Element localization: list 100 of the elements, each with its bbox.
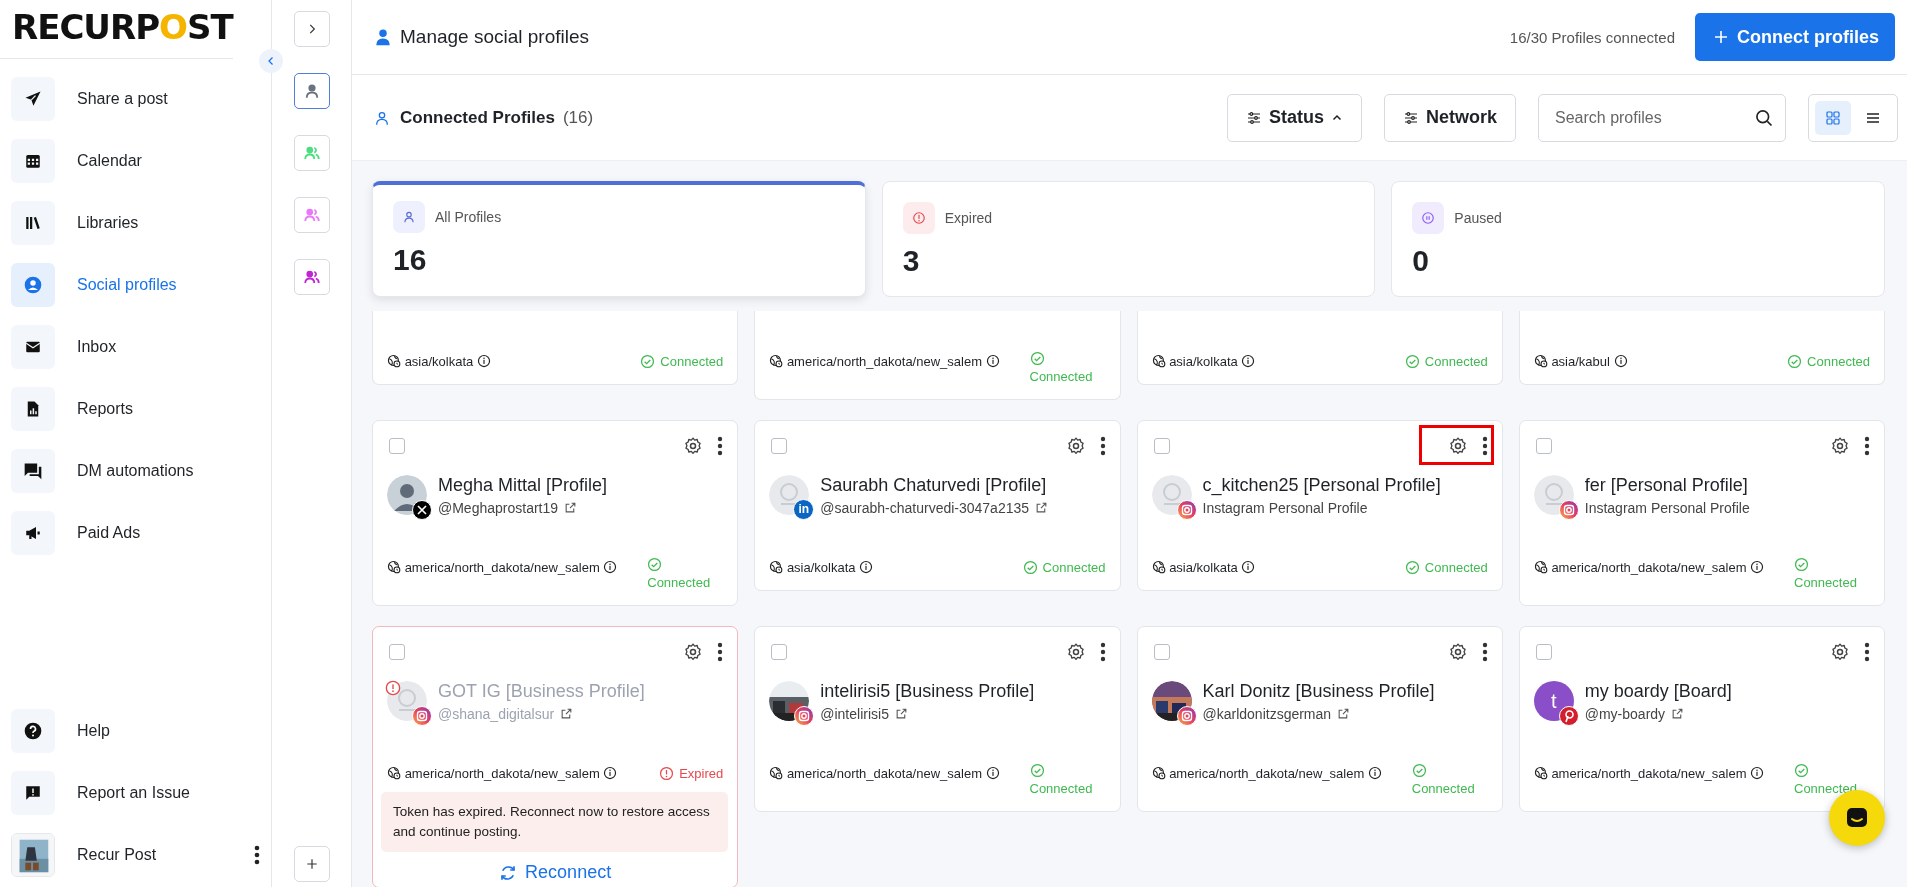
status-text: Connected <box>1029 368 1093 386</box>
globe-icon <box>769 354 784 368</box>
user-icon <box>374 109 390 126</box>
info-icon <box>1750 560 1765 574</box>
user-icon <box>23 275 43 295</box>
timezone: asia/kolkata <box>1169 354 1238 369</box>
profile-name: fer [Personal Profile] <box>1584 474 1749 496</box>
nav-item[interactable]: Social profiles <box>11 263 271 307</box>
settings-button[interactable] <box>1830 436 1850 456</box>
sliders-icon <box>1245 109 1262 126</box>
nav-item[interactable]: Reports <box>11 387 271 431</box>
timezone: america/north_dakota/new_salem <box>1169 766 1365 781</box>
globe-icon <box>387 560 401 574</box>
checkbox[interactable] <box>389 644 405 660</box>
nav-item[interactable]: Libraries <box>11 201 271 245</box>
checkbox[interactable] <box>1153 438 1170 454</box>
profile-handle: Instagram Personal Profile <box>1584 499 1750 516</box>
more-icon[interactable] <box>254 845 260 865</box>
profile-name: GOT IG [Business Profile] <box>438 680 645 702</box>
filter-button[interactable]: Network <box>1384 93 1516 142</box>
settings-button[interactable] <box>683 436 704 456</box>
alert-circle-icon <box>659 766 675 781</box>
section-title: Connected Profiles <box>400 107 555 128</box>
globe-icon <box>387 354 401 368</box>
stat-card[interactable]: Paused 0 <box>1391 181 1885 297</box>
check-circle-icon <box>1022 560 1038 575</box>
nav-item[interactable]: Report an Issue <box>11 771 271 815</box>
status-text: Connected <box>1042 559 1106 577</box>
timezone: america/north_dakota/new_salem <box>404 560 600 575</box>
checkbox[interactable] <box>1535 644 1552 660</box>
add-button[interactable] <box>293 846 330 882</box>
profile-handle: @shana_digitalsur <box>438 705 555 722</box>
user-name: Recur Post <box>77 846 158 864</box>
settings-button[interactable] <box>683 642 704 662</box>
check-circle-icon <box>1787 354 1803 369</box>
settings-button[interactable] <box>1447 436 1468 456</box>
search-field[interactable]: Search profiles <box>1538 93 1786 142</box>
checkbox[interactable] <box>389 438 405 454</box>
plus-icon <box>1713 29 1729 45</box>
nav-item[interactable]: Paid Ads <box>11 511 271 555</box>
chat-icon <box>23 461 43 481</box>
filter-button[interactable]: Status <box>1226 93 1362 142</box>
settings-icon <box>683 436 704 456</box>
sliders-icon <box>1403 109 1419 126</box>
profile-handle: @saurabh-chaturvedi-3047a2135 <box>820 499 1030 516</box>
checkbox[interactable] <box>771 644 788 660</box>
more-button[interactable] <box>717 436 724 456</box>
plus-icon <box>304 857 319 871</box>
grid-icon <box>1825 109 1841 126</box>
settings-button[interactable] <box>1065 642 1086 662</box>
status-text: Expired <box>679 765 724 783</box>
stat-card[interactable]: Expired 3 <box>881 181 1376 297</box>
status-text: Connected <box>1807 353 1870 371</box>
profile-name: my boardy [Board] <box>1584 680 1732 702</box>
checkbox[interactable] <box>1535 438 1552 454</box>
nav-item[interactable]: Help <box>11 709 271 753</box>
more-icon <box>717 642 724 662</box>
more-button[interactable] <box>1099 642 1106 662</box>
info-icon <box>1241 354 1256 368</box>
profile-name: Megha Mittal [Profile] <box>438 474 608 496</box>
reconnect-button[interactable]: Reconnect <box>499 862 612 883</box>
more-button[interactable] <box>1864 642 1870 662</box>
settings-button[interactable] <box>1447 642 1468 662</box>
network-badge-icon <box>794 706 815 726</box>
report-issue-icon <box>24 784 42 802</box>
settings-button[interactable] <box>1065 436 1086 456</box>
globe-icon <box>1533 766 1548 780</box>
check-circle-icon <box>647 557 663 572</box>
info-icon <box>985 766 1000 780</box>
nav-item[interactable]: Inbox <box>11 325 271 369</box>
timezone: asia/kolkata <box>404 354 474 369</box>
more-button[interactable] <box>1481 436 1488 456</box>
settings-button[interactable] <box>1830 642 1850 662</box>
profile-handle: @karldonitzsgerman <box>1202 705 1332 722</box>
nav-item[interactable]: Share a post <box>11 77 271 121</box>
stat-card[interactable]: All Profiles 16 <box>372 181 866 297</box>
more-button[interactable] <box>717 642 724 662</box>
checkbox[interactable] <box>1153 644 1170 660</box>
more-button[interactable] <box>1864 436 1870 456</box>
help-icon <box>23 721 43 741</box>
timezone: america/north_dakota/new_salem <box>786 354 982 369</box>
globe-icon <box>1533 354 1548 368</box>
nav-item[interactable]: Calendar <box>11 139 271 183</box>
more-icon <box>1481 642 1488 662</box>
check-circle-icon <box>1404 560 1420 575</box>
alert-message: Token has expired. Reconnect now to restore access and continue posting. <box>381 792 729 852</box>
stat-value: 16 <box>393 243 427 277</box>
globe-icon <box>1151 766 1166 780</box>
nav-item[interactable]: DM automations <box>11 449 271 493</box>
profile-group-button[interactable] <box>293 73 330 109</box>
more-button[interactable] <box>1099 436 1106 456</box>
calendar-icon <box>24 152 42 170</box>
checkbox[interactable] <box>771 438 788 454</box>
info-icon <box>1367 766 1382 780</box>
profile-handle: @my-boardy <box>1584 705 1666 722</box>
more-button[interactable] <box>1481 642 1488 662</box>
timezone: america/north_dakota/new_salem <box>1551 766 1747 781</box>
connect-profiles-button[interactable]: Connect profiles <box>1695 13 1895 61</box>
user-icon <box>402 210 416 224</box>
refresh-icon <box>499 863 518 882</box>
